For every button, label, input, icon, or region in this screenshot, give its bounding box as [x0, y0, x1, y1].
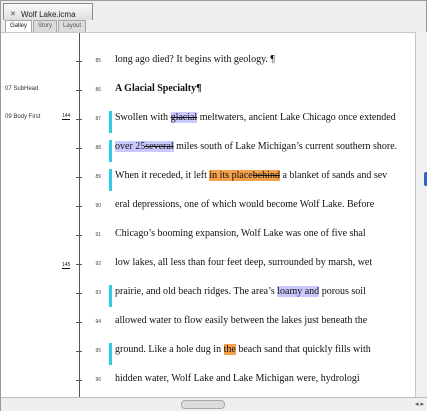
line-number: 85: [95, 58, 101, 64]
text-run: a blanket of sands and sev: [279, 170, 388, 181]
tracked-deletion: behind: [252, 170, 280, 181]
text-line[interactable]: eral depressions, one of which would bec…: [115, 199, 411, 210]
style-label-body-first: 09 Body First: [5, 114, 41, 120]
line-number: 88: [95, 145, 101, 151]
text-line[interactable]: allowed water to flow easily between the…: [115, 315, 411, 326]
tracked-insertion: loamy and: [277, 286, 320, 297]
ruler-tick: [76, 264, 82, 265]
text-run: ground. Like a hole dug in: [115, 344, 224, 355]
document-tab[interactable]: ✕ Wolf Lake.icma: [3, 3, 93, 20]
scroll-arrows-icon[interactable]: ◂ ▸: [415, 400, 424, 408]
text-line[interactable]: hidden water, Wolf Lake and Lake Michiga…: [115, 373, 411, 384]
horizontal-scroll-thumb[interactable]: [181, 400, 225, 409]
line-number: 92: [95, 261, 101, 267]
tab-story[interactable]: Story: [33, 20, 58, 32]
ruler-tick: [76, 322, 82, 323]
tracked-insertion: in its place: [209, 170, 253, 181]
subhead-line[interactable]: A Glacial Specialty¶: [115, 83, 411, 94]
tab-layout[interactable]: Layout: [58, 20, 87, 32]
tracked-insertion: the: [223, 344, 236, 355]
tracked-deletion: several: [145, 141, 174, 152]
depth-mark: 145: [62, 262, 71, 269]
ruler-tick: [76, 177, 82, 178]
line-number: 94: [95, 319, 101, 325]
change-bar: [109, 111, 112, 133]
text-run: beach sand that quickly fills with: [235, 344, 371, 355]
galley-text-area[interactable]: long ago died? It begins with geology. ¶…: [109, 32, 415, 397]
line-number: 93: [95, 290, 101, 296]
tracked-insertion: over 25: [115, 141, 146, 152]
line-number: 95: [95, 348, 101, 354]
ruler-tick: [76, 61, 82, 62]
text-line[interactable]: long ago died? It begins with geology. ¶: [115, 54, 411, 65]
style-label-subhead: 07 SubHead: [5, 86, 39, 92]
text-line[interactable]: Chicago’s booming expansion, Wolf Lake w…: [115, 228, 411, 239]
text-line[interactable]: prairie, and old beach ridges. The area’…: [115, 286, 411, 297]
view-tabs: Galley Story Layout: [5, 20, 87, 32]
change-bar: [109, 285, 112, 307]
text-run: Swollen with: [115, 112, 171, 123]
change-bar: [109, 169, 112, 191]
vertical-scrollbar[interactable]: [415, 32, 427, 397]
ruler-tick: [76, 380, 82, 381]
line-number: 96: [95, 377, 101, 383]
text-run: porous soil: [319, 286, 366, 297]
ruler-tick: [76, 90, 82, 91]
document-window: ✕ Wolf Lake.icma Galley Story Layout 07 …: [0, 0, 427, 411]
info-gutter: 07 SubHead 09 Body First 144 145 85 86 8…: [1, 32, 109, 398]
horizontal-scrollbar[interactable]: ◂ ▸: [1, 397, 427, 411]
ruler-tick: [76, 148, 82, 149]
text-run: meltwaters, ancient Lake Chicago once ex…: [197, 112, 396, 123]
text-run: prairie, and old beach ridges. The area’…: [115, 286, 278, 297]
ruler-tick: [76, 293, 82, 294]
line-number: 89: [95, 174, 101, 180]
ruler-tick: [76, 235, 82, 236]
close-icon[interactable]: ✕: [10, 11, 17, 18]
text-line[interactable]: low lakes, all less than four feet deep,…: [115, 257, 411, 268]
text-run: miles south of Lake Michigan’s current s…: [173, 141, 398, 152]
line-number: 91: [95, 232, 101, 238]
line-number: 86: [95, 87, 101, 93]
ruler-tick: [76, 119, 82, 120]
depth-mark: 144: [62, 113, 71, 120]
line-number: 90: [95, 203, 101, 209]
text-line[interactable]: When it receded, it left in its placebeh…: [115, 170, 411, 181]
text-line[interactable]: over 25several miles south of Lake Michi…: [115, 141, 411, 152]
change-bar: [109, 140, 112, 162]
document-title: Wolf Lake.icma: [21, 9, 76, 19]
depth-ruler: [79, 33, 80, 398]
tab-galley[interactable]: Galley: [5, 20, 33, 32]
text-line[interactable]: ground. Like a hole dug in the beach san…: [115, 344, 411, 355]
ruler-tick: [76, 206, 82, 207]
line-number: 87: [95, 116, 101, 122]
tracked-deletion: glacial: [170, 112, 198, 123]
text-line[interactable]: Swollen with glacial meltwaters, ancient…: [115, 112, 411, 123]
ruler-tick: [76, 351, 82, 352]
change-bar: [109, 343, 112, 365]
text-run: When it receded, it left: [115, 170, 210, 181]
